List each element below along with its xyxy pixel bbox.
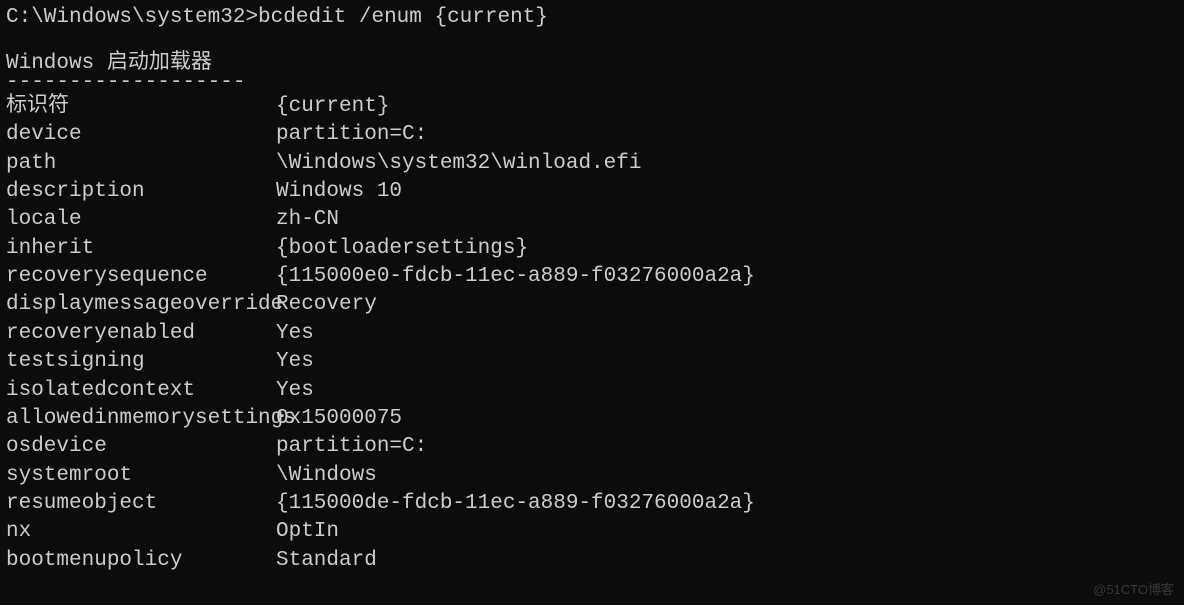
section-underline: -------------------	[6, 79, 1178, 87]
bcd-entry-row: allowedinmemorysettings0x15000075	[6, 405, 1178, 433]
bcd-entry-value: {115000de-fdcb-11ec-a889-f03276000a2a}	[276, 490, 1178, 518]
bcd-entry-value: Yes	[276, 348, 1178, 376]
bcd-entry-value: 0x15000075	[276, 405, 1178, 433]
bcd-entry-value: Standard	[276, 547, 1178, 575]
bcd-entry-row: localezh-CN	[6, 206, 1178, 234]
bcd-entry-key: device	[6, 121, 276, 149]
bcd-entry-value: {current}	[276, 93, 1178, 121]
bcd-entries: 标识符{current}devicepartition=C:path\Windo…	[6, 93, 1178, 575]
bcd-entry-value: {bootloadersettings}	[276, 235, 1178, 263]
bcd-entry-row: nxOptIn	[6, 518, 1178, 546]
bcd-entry-row: resumeobject{115000de-fdcb-11ec-a889-f03…	[6, 490, 1178, 518]
prompt-prefix: C:\Windows\system32>	[6, 6, 258, 29]
bcd-entry-row: 标识符{current}	[6, 93, 1178, 121]
bcd-entry-row: systemroot\Windows	[6, 462, 1178, 490]
bcd-entry-row: path\Windows\system32\winload.efi	[6, 150, 1178, 178]
bcd-entry-row: descriptionWindows 10	[6, 178, 1178, 206]
entered-command: bcdedit /enum {current}	[258, 6, 548, 29]
bcd-entry-key: isolatedcontext	[6, 377, 276, 405]
bcd-entry-value: Yes	[276, 320, 1178, 348]
bcd-entry-key: nx	[6, 518, 276, 546]
bcd-entry-key: osdevice	[6, 433, 276, 461]
terminal-output[interactable]: C:\Windows\system32>bcdedit /enum {curre…	[0, 0, 1184, 581]
bcd-entry-row: recoverysequence{115000e0-fdcb-11ec-a889…	[6, 263, 1178, 291]
bcd-entry-key: displaymessageoverride	[6, 291, 276, 319]
bcd-entry-value: zh-CN	[276, 206, 1178, 234]
bcd-entry-value: \Windows	[276, 462, 1178, 490]
bcd-entry-value: {115000e0-fdcb-11ec-a889-f03276000a2a}	[276, 263, 1178, 291]
bcd-entry-row: testsigningYes	[6, 348, 1178, 376]
bcd-entry-value: \Windows\system32\winload.efi	[276, 150, 1178, 178]
bcd-entry-value: partition=C:	[276, 121, 1178, 149]
bcd-entry-value: partition=C:	[276, 433, 1178, 461]
bcd-entry-value: Windows 10	[276, 178, 1178, 206]
bcd-entry-key: testsigning	[6, 348, 276, 376]
bcd-entry-key: inherit	[6, 235, 276, 263]
bcd-entry-value: OptIn	[276, 518, 1178, 546]
bcd-entry-value: Recovery	[276, 291, 1178, 319]
bcd-entry-key: description	[6, 178, 276, 206]
bcd-entry-key: recoverysequence	[6, 263, 276, 291]
bcd-entry-key: recoveryenabled	[6, 320, 276, 348]
bcd-entry-row: isolatedcontextYes	[6, 377, 1178, 405]
watermark-text: @51CTO博客	[1093, 581, 1174, 599]
bcd-entry-key: bootmenupolicy	[6, 547, 276, 575]
bcd-entry-row: displaymessageoverrideRecovery	[6, 291, 1178, 319]
bcd-entry-key: systemroot	[6, 462, 276, 490]
bcd-entry-row: recoveryenabledYes	[6, 320, 1178, 348]
command-prompt-line: C:\Windows\system32>bcdedit /enum {curre…	[6, 4, 1178, 32]
bcd-entry-value: Yes	[276, 377, 1178, 405]
bcd-entry-key: allowedinmemorysettings	[6, 405, 276, 433]
bcd-entry-key: resumeobject	[6, 490, 276, 518]
bcd-entry-row: devicepartition=C:	[6, 121, 1178, 149]
bcd-entry-row: bootmenupolicyStandard	[6, 547, 1178, 575]
bcd-entry-key: path	[6, 150, 276, 178]
bcd-entry-row: osdevicepartition=C:	[6, 433, 1178, 461]
bcd-entry-key: 标识符	[6, 93, 276, 121]
bcd-entry-row: inherit{bootloadersettings}	[6, 235, 1178, 263]
bcd-entry-key: locale	[6, 206, 276, 234]
